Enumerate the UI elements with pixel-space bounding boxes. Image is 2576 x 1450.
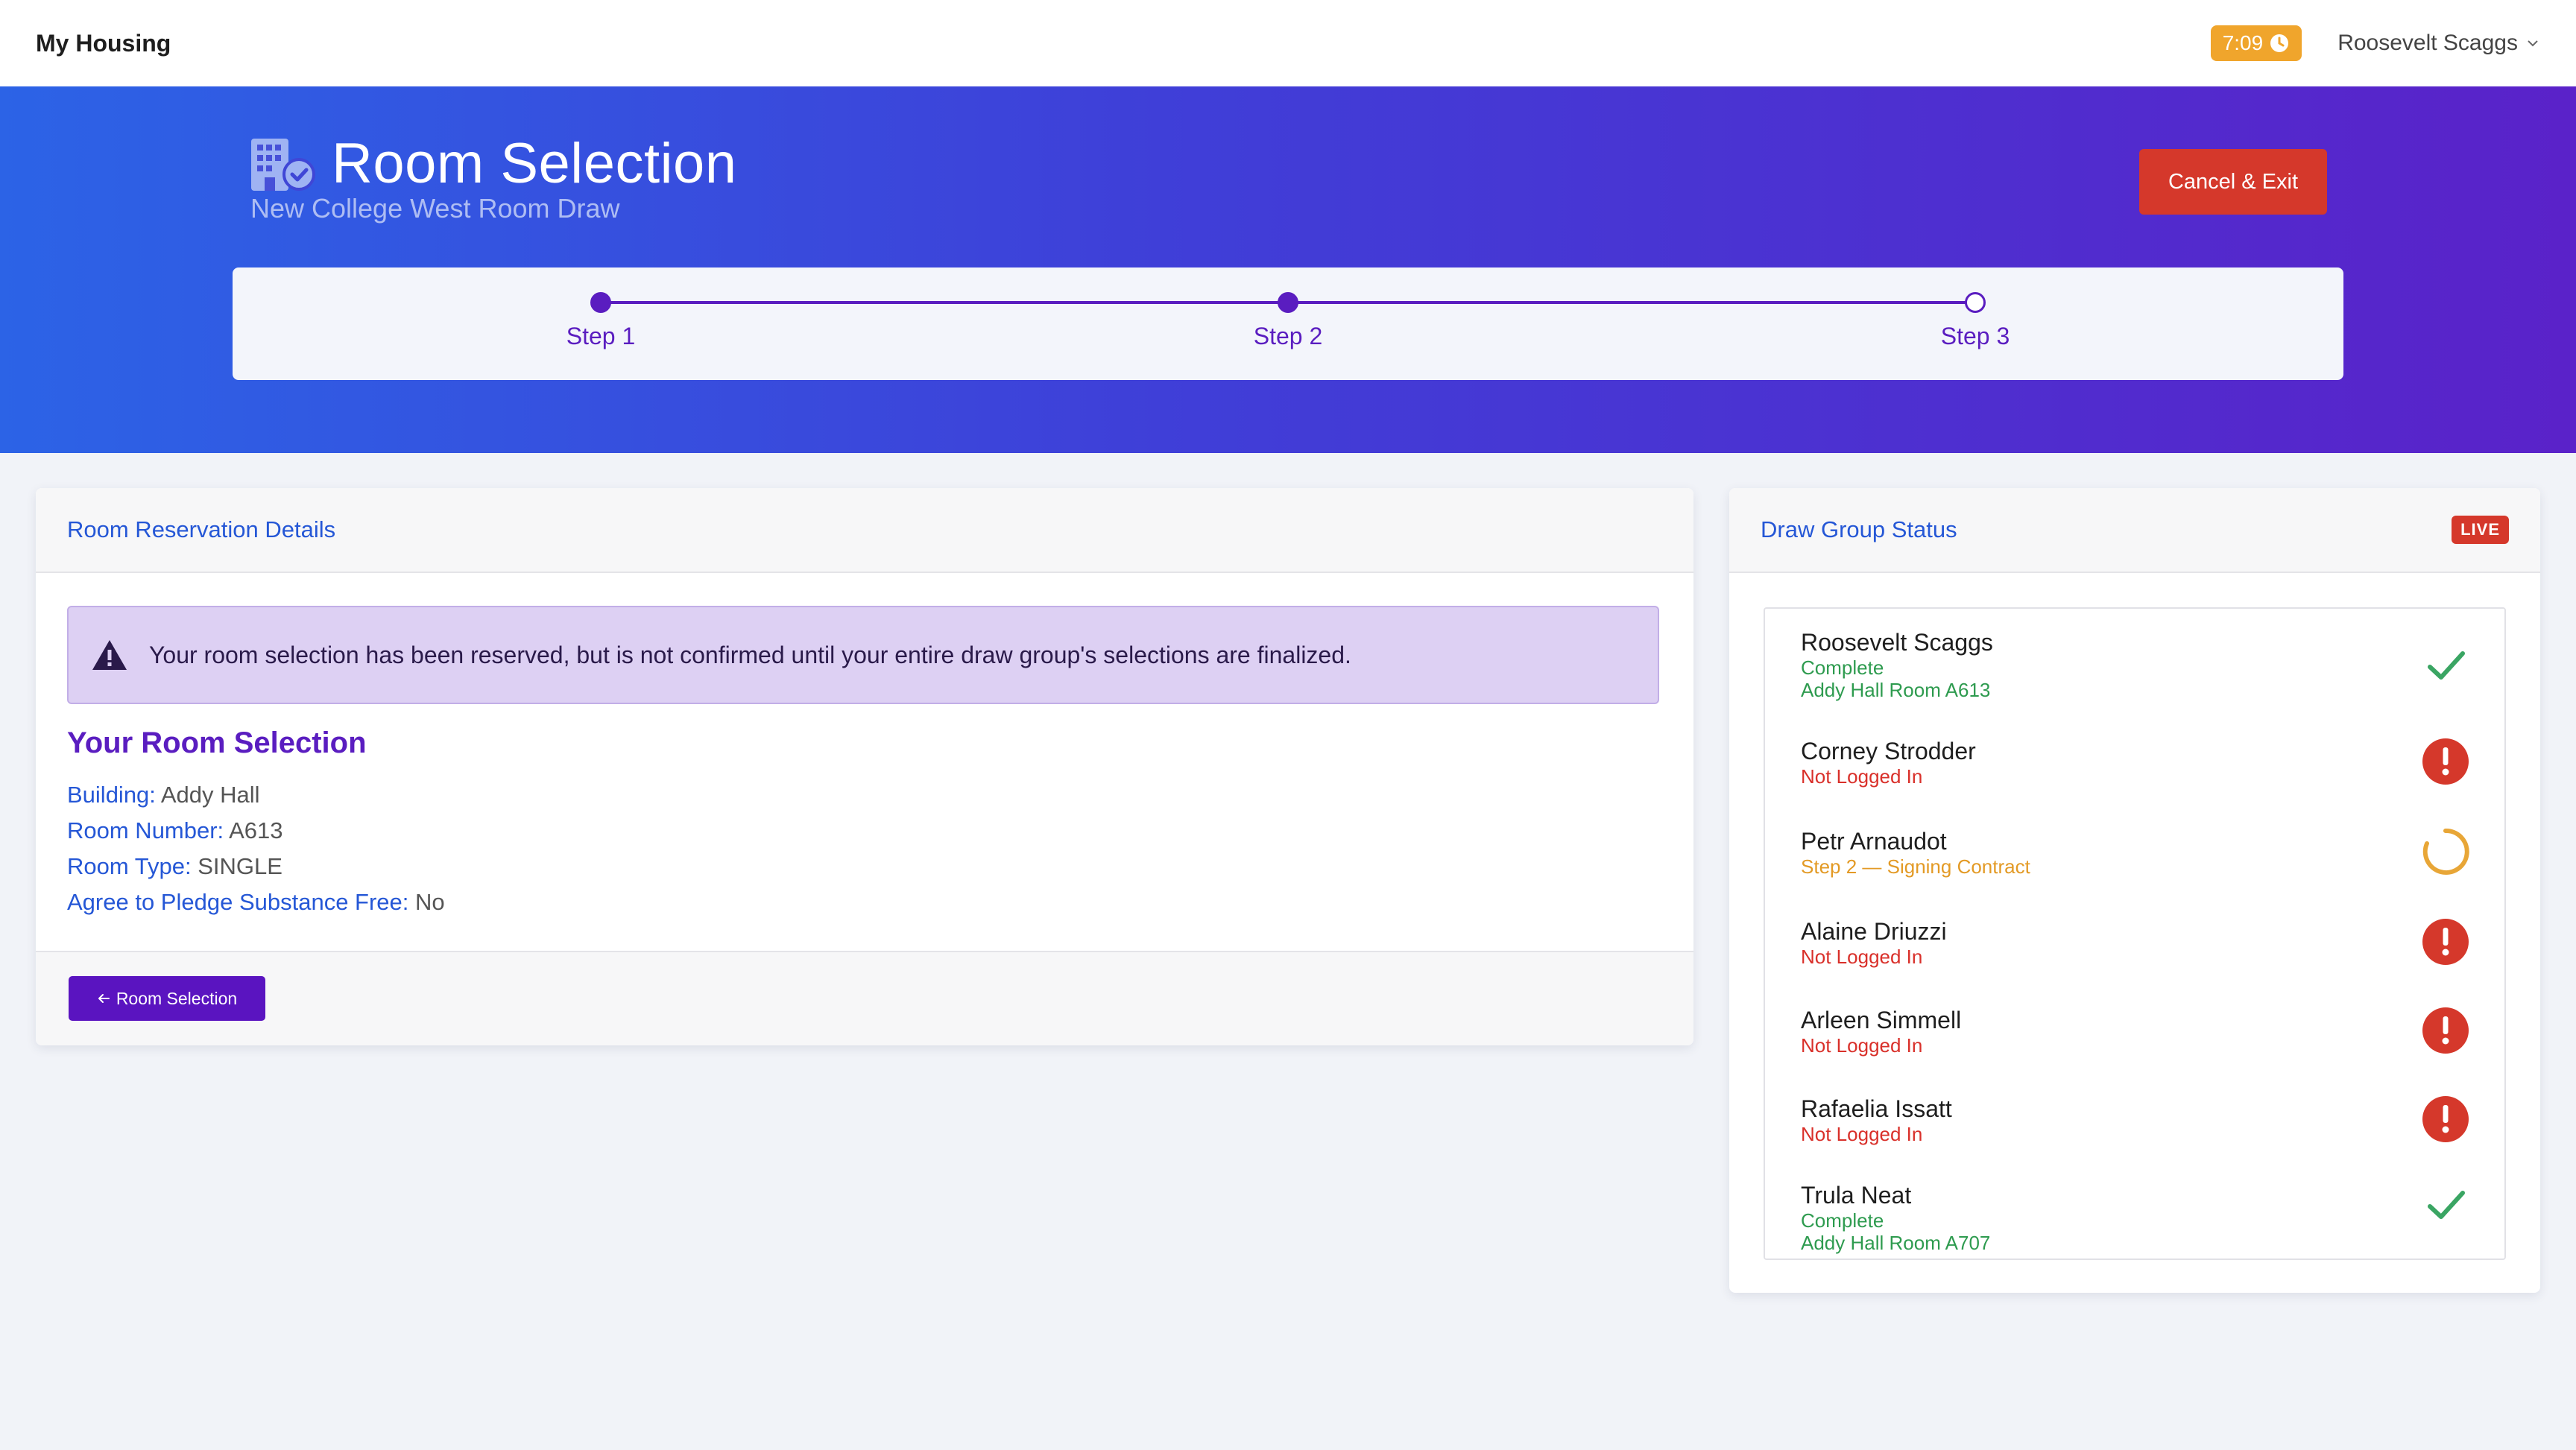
loading-spinner-icon <box>2422 828 2469 875</box>
list-item: Trula Neat Complete Addy Hall Room A707 <box>1765 1181 2504 1254</box>
back-to-room-selection-button[interactable]: Room Selection <box>69 976 265 1021</box>
member-status: Not Logged In <box>1801 1123 1923 1145</box>
timer-value: 7:09 <box>2222 31 2264 54</box>
top-navbar: My Housing 7:09 Roosevelt Scaggs <box>0 0 2576 86</box>
alert-circle-icon <box>2422 1007 2469 1054</box>
alert-circle-icon <box>2422 1096 2469 1142</box>
draw-group-card-header: Draw Group Status LIVE <box>1729 488 2540 573</box>
list-item: Corney Strodder Not Logged In <box>1765 737 2504 788</box>
detail-key: Room Number: <box>67 817 224 843</box>
detail-substance-free: Agree to Pledge Substance Free: No <box>67 884 445 920</box>
member-status: Step 2 — Signing Contract <box>1801 855 2030 878</box>
back-button-label: Room Selection <box>116 988 238 1008</box>
member-status: Complete <box>1801 656 1884 679</box>
warning-icon <box>92 640 127 670</box>
alert-message: Your room selection has been reserved, b… <box>149 641 1351 668</box>
cancel-exit-button[interactable]: Cancel & Exit <box>2139 149 2327 215</box>
step-connector <box>1288 301 1975 304</box>
detail-value: A613 <box>229 817 283 843</box>
member-room: Addy Hall Room A613 <box>1801 679 1991 701</box>
detail-key: Agree to Pledge Substance Free: <box>67 889 409 915</box>
member-name: Roosevelt Scaggs <box>1801 629 1993 656</box>
clock-icon <box>2270 34 2289 52</box>
step-3-label: Step 3 <box>1940 323 2010 349</box>
room-detail-list: Building: Addy Hall Room Number: A613 Ro… <box>67 777 445 920</box>
alert-circle-icon <box>2422 919 2469 965</box>
member-status: Not Logged In <box>1801 946 1923 968</box>
list-item: Rafaelia Issatt Not Logged In <box>1765 1095 2504 1145</box>
step-connector <box>601 301 1288 304</box>
draw-group-card-title: Draw Group Status <box>1761 516 1957 542</box>
list-item: Alaine Driuzzi Not Logged In <box>1765 917 2504 968</box>
detail-room-type: Room Type: SINGLE <box>67 849 445 884</box>
chevron-down-icon <box>2528 40 2538 47</box>
detail-building: Building: Addy Hall <box>67 777 445 813</box>
member-name: Trula Neat <box>1801 1182 1912 1209</box>
member-name: Rafaelia Issatt <box>1801 1095 1952 1122</box>
session-timer: 7:09 <box>2210 25 2302 61</box>
step-2-label: Step 2 <box>1253 323 1323 349</box>
group-member-list: Roosevelt Scaggs Complete Addy Hall Room… <box>1764 607 2506 1260</box>
hero-title-row: Room Selection <box>250 131 737 196</box>
list-item: Arleen Simmell Not Logged In <box>1765 1006 2504 1057</box>
draw-group-card: Draw Group Status LIVE Roosevelt Scaggs … <box>1729 488 2540 1293</box>
detail-value: Addy Hall <box>160 782 260 808</box>
step-3-dot[interactable] <box>1965 292 1986 313</box>
step-1-label: Step 1 <box>566 323 636 349</box>
arrow-left-icon <box>98 994 110 1003</box>
live-badge: LIVE <box>2452 516 2509 544</box>
reservation-card: Room Reservation Details Your room selec… <box>36 488 1693 1045</box>
member-status: Not Logged In <box>1801 765 1923 788</box>
member-status: Complete <box>1801 1209 1884 1232</box>
list-item: Roosevelt Scaggs Complete Addy Hall Room… <box>1765 628 2504 701</box>
member-name: Alaine Driuzzi <box>1801 918 1947 945</box>
reservation-card-footer: Room Selection <box>36 951 1693 1045</box>
step-1-dot[interactable] <box>590 292 611 313</box>
brand-title[interactable]: My Housing <box>36 30 171 57</box>
user-name: Roosevelt Scaggs <box>2337 31 2518 55</box>
page-subtitle: New College West Room Draw <box>250 193 620 224</box>
member-name: Petr Arnaudot <box>1801 828 1947 855</box>
list-item: Petr Arnaudot Step 2 — Signing Contract <box>1765 827 2504 878</box>
detail-key: Room Type: <box>67 853 192 879</box>
detail-value: SINGLE <box>198 853 282 879</box>
member-status: Not Logged In <box>1801 1034 1923 1057</box>
progress-stepper: Step 1 Step 2 Step 3 <box>233 267 2343 380</box>
detail-room-number: Room Number: A613 <box>67 813 445 849</box>
building-check-icon <box>251 138 315 191</box>
member-name: Corney Strodder <box>1801 738 1976 764</box>
room-selection-heading: Your Room Selection <box>67 726 367 759</box>
check-icon <box>2428 651 2465 680</box>
user-menu[interactable]: Roosevelt Scaggs <box>2337 31 2540 56</box>
member-room: Addy Hall Room A707 <box>1801 1232 1991 1254</box>
reservation-card-title: Room Reservation Details <box>67 516 336 542</box>
member-name: Arleen Simmell <box>1801 1007 1962 1033</box>
navbar-right: 7:09 Roosevelt Scaggs <box>2210 25 2540 61</box>
reservation-card-header: Room Reservation Details <box>36 488 1693 573</box>
check-icon <box>2428 1191 2465 1219</box>
detail-key: Building: <box>67 782 156 808</box>
detail-value: No <box>415 889 445 915</box>
alert-circle-icon <box>2422 738 2469 785</box>
page-title: Room Selection <box>332 132 737 195</box>
hero-banner: Room Selection New College West Room Dra… <box>0 86 2576 453</box>
step-2-dot[interactable] <box>1278 292 1298 313</box>
reservation-alert: Your room selection has been reserved, b… <box>67 606 1659 704</box>
